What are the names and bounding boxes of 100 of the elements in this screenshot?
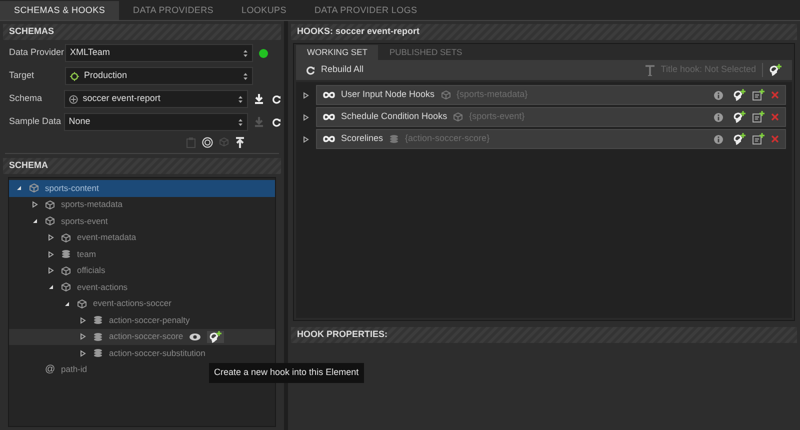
hook-name: User Input Node Hooks [341,88,435,102]
tree-label[interactable]: event-actions-soccer [93,297,172,310]
field-label: Data Provider [9,46,65,60]
tree-row[interactable]: action-soccer-substitution [9,345,275,362]
tree-label[interactable]: event-actions [77,280,128,294]
tab[interactable]: LOOKUPS [228,1,300,20]
collapsed-arrow-icon[interactable] [303,92,309,98]
schema-icon[interactable] [202,136,213,148]
link-icon [323,113,335,121]
upload-icon[interactable] [235,136,245,148]
tree-row[interactable]: officials [9,262,275,279]
tree-label[interactable]: action-soccer-score [109,330,184,344]
select-field[interactable]: None [64,113,248,131]
collapsed-arrow-icon[interactable] [80,350,86,357]
cube-icon [77,298,87,309]
info-icon[interactable] [714,134,723,144]
tree-row[interactable]: sports-event [9,213,275,230]
add-frame-icon[interactable] [752,111,765,123]
layers-icon [61,249,71,260]
eye-icon[interactable] [189,332,202,341]
tab[interactable]: WORKING SET [296,45,378,60]
collapsed-arrow-icon[interactable] [48,234,54,242]
layers-icon [93,315,103,326]
tab[interactable]: PUBLISHED SETS [378,45,474,60]
tree-row[interactable]: action-soccer-penalty [9,312,275,328]
add-hook-icon[interactable] [733,133,746,145]
select-field[interactable]: XMLTeam [65,44,253,62]
tab[interactable]: DATA PROVIDER LOGS [300,1,432,20]
collapsed-arrow-icon[interactable] [80,316,86,324]
tree-row[interactable]: sports-content [9,180,275,196]
add-hook-icon[interactable] [733,111,746,123]
add-hook-icon[interactable] [733,89,746,101]
link-icon [323,135,335,143]
cube-icon [29,183,39,194]
tooltip: Create a new hook into this Element [209,363,364,382]
expanded-arrow-icon[interactable] [32,218,38,224]
cube-icon [453,112,464,122]
cube-icon [45,216,55,226]
refresh-icon [306,66,315,74]
spinner-icon [238,118,243,126]
collapsed-arrow-icon[interactable] [32,201,38,208]
link-icon [323,91,335,99]
section-header: SCHEMA [3,158,281,174]
cube-icon [440,90,451,100]
hook-name: Schedule Condition Hooks [341,110,448,124]
select-field[interactable]: Production [65,67,253,85]
field-label: Target [9,69,36,82]
collapsed-arrow-icon[interactable] [48,267,54,274]
tree-row[interactable]: event-actions [9,279,275,296]
rebuild-button[interactable]: Rebuild All [306,63,364,77]
tree-label[interactable]: action-soccer-substitution [109,346,206,360]
select-field[interactable]: soccer event-report [64,90,248,108]
collapsed-arrow-icon[interactable] [48,250,54,258]
tree-row[interactable]: sports-metadata [9,196,275,213]
tree-label[interactable]: sports-event [61,214,108,228]
tab[interactable]: SCHEMAS & HOOKS [0,1,120,20]
tree-row[interactable]: event-actions-soccer [9,296,275,312]
tree-row[interactable]: event-metadata [9,230,275,246]
cube-icon [61,232,71,243]
text-icon[interactable] [644,64,655,76]
tree-label[interactable]: sports-content [45,182,99,195]
tree-row[interactable]: team [9,246,275,262]
cube-icon [61,266,71,276]
expanded-arrow-icon[interactable] [16,185,22,192]
tree-label[interactable]: team [77,248,96,261]
add-hook-icon[interactable] [209,330,222,343]
expanded-arrow-icon[interactable] [64,300,70,307]
add-hook-icon[interactable] [769,64,782,76]
cube-icon [45,200,55,210]
add-frame-icon[interactable] [752,133,765,145]
info-icon[interactable] [714,90,723,100]
spinner-icon [243,72,248,80]
field-label: Sample Data [9,115,62,128]
collapsed-arrow-icon[interactable] [303,114,309,120]
layers-icon [93,348,103,358]
cube-icon [61,282,71,292]
at-sign-icon: @ [45,362,55,378]
section-header: HOOKS: soccer event-report [291,24,797,40]
spinner-icon [238,94,243,104]
refresh-icon[interactable] [272,94,281,104]
tree-label[interactable]: path-id [61,363,87,376]
tree-label[interactable]: officials [77,264,106,278]
layers-icon [389,134,400,144]
hook-name: Scorelines [341,132,384,146]
info-icon[interactable] [714,112,723,122]
refresh-icon[interactable] [272,118,281,126]
tab[interactable]: DATA PROVIDERS [119,1,228,20]
field-label: Schema [9,92,44,106]
spinner-icon [243,48,248,58]
collapsed-arrow-icon[interactable] [303,136,309,142]
section-header: SCHEMAS [3,24,281,40]
tree-label[interactable]: sports-metadata [61,198,122,212]
expanded-arrow-icon[interactable] [48,284,54,290]
tree-label[interactable]: action-soccer-penalty [109,314,190,327]
layers-icon [93,332,103,342]
tree-label[interactable]: event-metadata [77,231,136,244]
add-frame-icon[interactable] [752,89,765,101]
target-icon [70,72,79,80]
tree-row[interactable]: action-soccer-score [9,328,275,345]
collapsed-arrow-icon[interactable] [80,333,86,340]
